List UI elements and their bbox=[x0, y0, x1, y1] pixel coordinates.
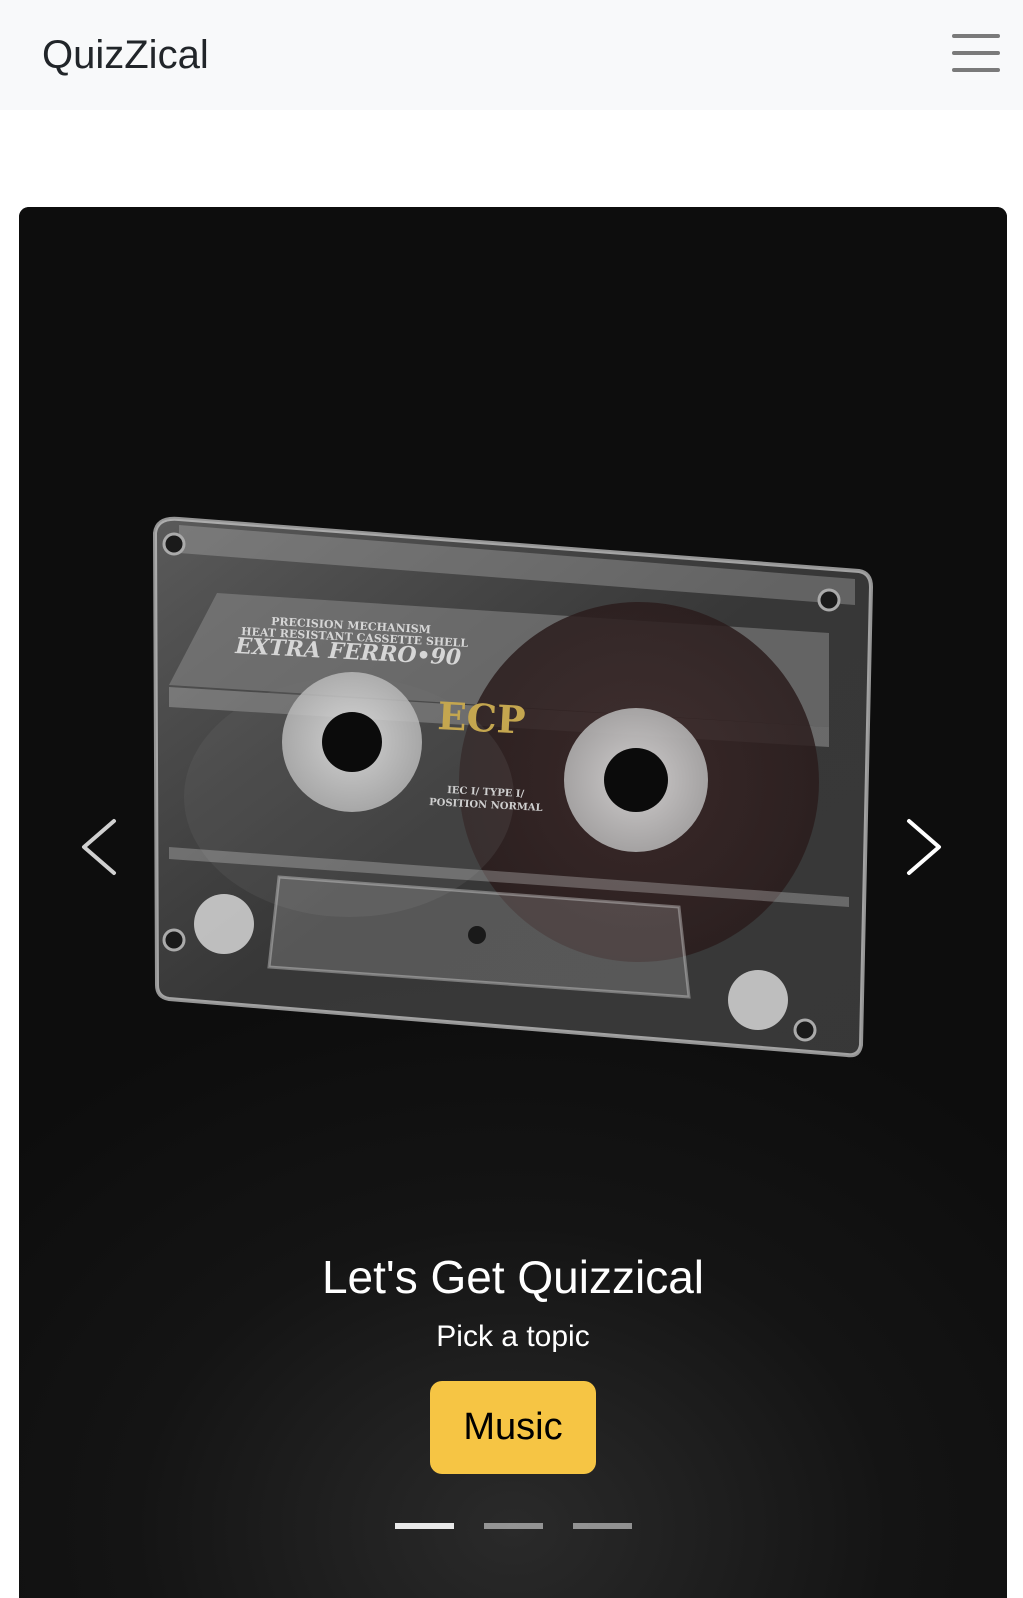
carousel-indicator-3[interactable] bbox=[572, 1523, 632, 1529]
carousel-next-button[interactable] bbox=[879, 807, 959, 887]
cassette-brand: ECP bbox=[437, 693, 527, 743]
caption-title: Let's Get Quizzical bbox=[321, 1251, 705, 1303]
brand-link[interactable]: QuizZical bbox=[42, 30, 209, 80]
navbar: QuizZical bbox=[0, 0, 1023, 110]
carousel-indicator-1[interactable] bbox=[394, 1523, 454, 1529]
hamburger-menu-icon bbox=[952, 34, 1000, 38]
carousel-indicators bbox=[19, 1523, 1007, 1529]
chevron-right-icon bbox=[907, 819, 941, 875]
hamburger-menu-icon bbox=[952, 68, 1000, 72]
carousel: PRECISION MECHANISM HEAT RESISTANT CASSE… bbox=[19, 207, 1007, 1598]
carousel-indicator-2[interactable] bbox=[483, 1523, 543, 1529]
caption-subtitle: Pick a topic bbox=[436, 1320, 590, 1353]
hamburger-menu-icon bbox=[952, 51, 1000, 55]
carousel-caption: Let's Get Quizzical Pick a topic Music bbox=[19, 1247, 1007, 1474]
chevron-left-icon bbox=[82, 819, 116, 875]
navbar-toggler-button[interactable] bbox=[950, 30, 1002, 78]
carousel-prev-button[interactable] bbox=[64, 807, 144, 887]
music-topic-button[interactable]: Music bbox=[430, 1381, 596, 1474]
